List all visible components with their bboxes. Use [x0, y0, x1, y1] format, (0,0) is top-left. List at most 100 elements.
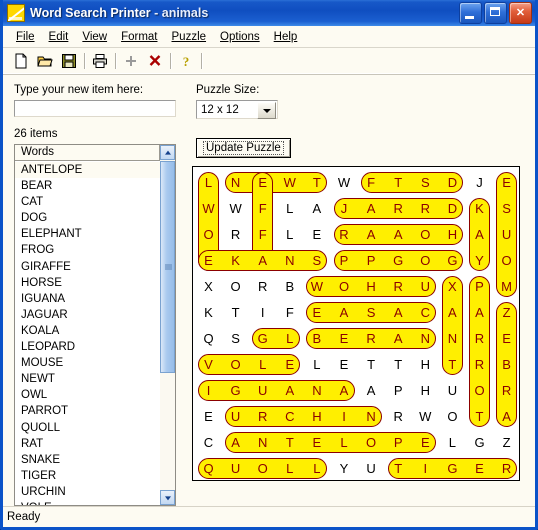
list-item[interactable]: RAT	[15, 436, 160, 452]
puzzle-cell: T	[394, 174, 403, 190]
item-count-label: 26 items	[14, 128, 58, 140]
open-folder-icon	[37, 56, 53, 67]
puzzle-cell: B	[312, 330, 322, 346]
word-list-body[interactable]: ANTELOPE BEAR CAT DOG ELEPHANT FROG GIRAFFE HOR…	[15, 162, 160, 505]
puzzle-cell: L	[313, 460, 321, 476]
puzzle-cell: E	[475, 460, 484, 476]
puzzle-cell: A	[339, 382, 349, 398]
close-button[interactable]: ✕	[509, 2, 532, 24]
menu-item-view[interactable]: View	[75, 29, 114, 45]
puzzle-cell: R	[339, 226, 349, 242]
list-item[interactable]: GIRAFFE	[15, 259, 160, 275]
list-item[interactable]: CAT	[15, 194, 160, 210]
puzzle-cell: G	[393, 252, 404, 268]
title-bar: Word Search Printer - animals ✕	[3, 0, 535, 26]
puzzle-cell: Y	[339, 460, 349, 476]
menu-item-file[interactable]: File	[9, 29, 42, 45]
list-item[interactable]: ANTELOPE	[15, 162, 160, 179]
puzzle-cell: S	[312, 252, 322, 268]
delete-item-button[interactable]	[143, 50, 167, 72]
puzzle-cell: F	[367, 174, 376, 190]
list-item[interactable]: LEOPARD	[15, 339, 160, 355]
puzzle-cell: T	[231, 304, 240, 320]
puzzle-cell: O	[203, 226, 214, 242]
list-item[interactable]: KOALA	[15, 323, 160, 339]
close-icon: ✕	[515, 6, 526, 19]
puzzle-cell: R	[501, 382, 512, 398]
puzzle-cell: T	[312, 174, 321, 190]
list-item[interactable]: PARROT	[15, 403, 160, 419]
toolbar-separator	[84, 53, 85, 69]
update-puzzle-button[interactable]: Update Puzzle	[196, 138, 291, 158]
list-item[interactable]: HORSE	[15, 275, 160, 291]
list-item[interactable]: FROG	[15, 242, 160, 258]
puzzle-cell: A	[258, 252, 268, 268]
puzzle-cell: A	[502, 408, 511, 424]
menu-label-view: View	[82, 30, 108, 43]
puzzle-cell: O	[420, 252, 431, 268]
list-item[interactable]: URCHIN	[15, 484, 160, 500]
new-document-button[interactable]	[9, 50, 33, 72]
puzzle-cell: X	[448, 278, 457, 294]
puzzle-cell: Z	[502, 304, 511, 320]
menu-label-puzzle: Puzzle	[171, 30, 207, 43]
menu-item-puzzle[interactable]: Puzzle	[165, 29, 214, 45]
puzzle-grid[interactable]: LNEWTWFTSDJEWWFLAJARRDKSORFLERAAOHAUEKAN…	[193, 167, 519, 480]
menu-label-help: Help	[273, 30, 298, 43]
list-column-header-words[interactable]: Words	[15, 145, 160, 161]
list-item[interactable]: OWL	[15, 387, 160, 403]
puzzle-cell: N	[312, 382, 322, 398]
scroll-down-button[interactable]	[160, 490, 175, 505]
list-item[interactable]: MOUSE	[15, 355, 160, 371]
list-item[interactable]: BEAR	[15, 178, 160, 194]
scroll-up-button[interactable]	[160, 145, 175, 160]
list-item[interactable]: ELEPHANT	[15, 226, 160, 242]
list-item[interactable]: SNAKE	[15, 452, 160, 468]
puzzle-size-select[interactable]: 12 x 12	[196, 100, 278, 119]
print-button[interactable]	[88, 50, 112, 72]
puzzle-cell: S	[231, 330, 240, 346]
menu-label-options: Options	[220, 30, 260, 43]
puzzle-cell: O	[230, 278, 241, 294]
puzzle-cell: U	[447, 382, 458, 398]
maximize-button[interactable]	[484, 2, 507, 24]
menu-item-options[interactable]: Options	[213, 29, 267, 45]
open-folder-button[interactable]	[33, 50, 57, 72]
menu-item-help[interactable]: Help	[267, 29, 305, 45]
list-item[interactable]: QUOLL	[15, 420, 160, 436]
list-item[interactable]: IGUANA	[15, 291, 160, 307]
window-title-app: Word Search Printer	[30, 6, 151, 20]
list-item[interactable]: JAGUAR	[15, 307, 160, 323]
puzzle-cell: X	[204, 278, 213, 294]
puzzle-cell: F	[258, 226, 267, 242]
puzzle-cell: E	[312, 434, 322, 450]
chevron-down-icon[interactable]	[257, 102, 276, 119]
scrollbar-thumb[interactable]	[160, 161, 175, 373]
word-listbox[interactable]: Words ANTELOPE BEAR CAT DOG ELEPHANT FROG GIRA…	[14, 144, 176, 506]
puzzle-cell: E	[258, 174, 268, 190]
window-controls: ✕	[459, 2, 532, 24]
puzzle-cell: R	[501, 460, 512, 476]
puzzle-grid-container[interactable]: LNEWTWFTSDJEWWFLAJARRDKSORFLERAAOHAUEKAN…	[192, 166, 520, 481]
menu-item-edit[interactable]: Edit	[42, 29, 76, 45]
list-item[interactable]: TIGER	[15, 468, 160, 484]
help-button[interactable]: ?	[174, 50, 198, 72]
puzzle-cell: E	[204, 252, 213, 268]
menu-label-edit: Edit	[48, 30, 69, 43]
list-item[interactable]: VOLE	[15, 500, 160, 505]
add-item-button[interactable]	[119, 50, 143, 72]
puzzle-cell: A	[231, 434, 240, 450]
puzzle-cell: G	[230, 382, 241, 398]
list-item[interactable]: DOG	[15, 210, 160, 226]
puzzle-cell: H	[447, 226, 458, 242]
list-item[interactable]: NEWT	[15, 371, 160, 387]
minimize-button[interactable]	[459, 2, 482, 24]
word-list-scrollbar[interactable]	[160, 145, 175, 505]
menu-item-format[interactable]: Format	[114, 29, 164, 45]
save-button[interactable]	[57, 50, 81, 72]
puzzle-cell: W	[283, 174, 296, 190]
new-item-input[interactable]	[14, 100, 176, 117]
puzzle-cell: A	[312, 200, 322, 216]
puzzle-cell: R	[230, 226, 241, 242]
scrollbar-grip	[165, 264, 172, 271]
